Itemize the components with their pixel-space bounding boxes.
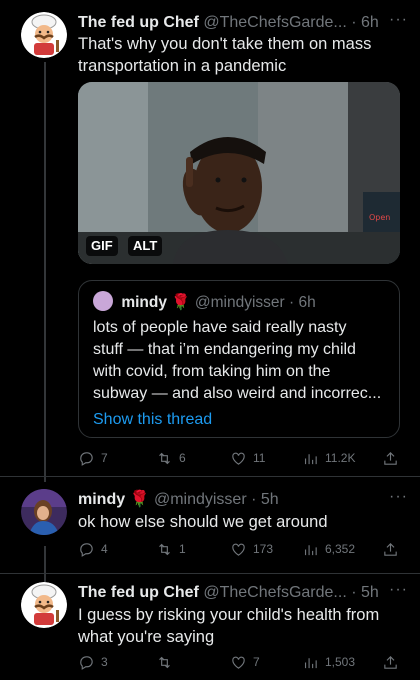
reply-button[interactable]: 3 (78, 652, 108, 672)
views-icon (304, 544, 317, 555)
like-button[interactable]: 11 (230, 448, 265, 468)
gif-badge: GIF (86, 236, 118, 256)
like-icon (232, 452, 245, 465)
quote-author-handle[interactable]: @mindyisser (195, 294, 285, 311)
retweet-button[interactable]: 1 (156, 539, 186, 559)
like-icon (232, 656, 245, 669)
chef-avatar[interactable] (21, 582, 67, 628)
quote-text: lots of people have said really nasty st… (93, 317, 391, 431)
tweet-actions: 7 6 11 11.2K (78, 448, 400, 468)
like-count: 11 (253, 451, 266, 465)
more-options-icon[interactable]: ··· (389, 11, 408, 29)
reply-button[interactable]: 4 (78, 539, 108, 559)
like-icon (232, 543, 245, 556)
tweet-actions: 4 1 173 6,352 (78, 539, 400, 559)
tweet-text: That's why you don't take them on mass t… (78, 33, 408, 77)
tweet-2[interactable]: mindy 🌹 @mindyisser · 5h ··· ok how else… (0, 477, 420, 577)
tweet-text: I guess by risking your child's health f… (78, 604, 408, 648)
views-icon (304, 453, 317, 464)
retweet-count: 6 (179, 451, 186, 465)
more-options-icon[interactable]: ··· (389, 488, 408, 506)
like-button[interactable]: 173 (230, 539, 273, 559)
reply-count: 3 (101, 655, 108, 669)
tweet-text-line: That's why you don't take them on mass (78, 35, 372, 53)
reply-count: 7 (101, 451, 108, 465)
views-count: 11.2K (325, 451, 356, 465)
reply-icon (80, 451, 93, 466)
like-button[interactable]: 7 (230, 652, 260, 672)
retweet-count: 1 (179, 542, 186, 556)
tweet-text-line: transportation in a pandemic (78, 57, 287, 75)
show-thread-link[interactable]: Show this thread (93, 409, 391, 431)
share-icon (384, 542, 397, 556)
views-count: 6,352 (325, 542, 356, 556)
quote-timestamp: · 6h (289, 294, 316, 311)
views-button[interactable]: 6,352 (302, 539, 355, 559)
tweet-header: The fed up Chef @TheChefsGarde... · 6h (78, 12, 410, 34)
retweet-icon (159, 543, 170, 555)
views-icon (304, 657, 317, 668)
share-icon (384, 451, 397, 465)
retweet-icon (159, 656, 170, 668)
retweet-icon (159, 452, 170, 464)
mindy-avatar[interactable] (21, 489, 67, 535)
rose-emoji: 🌹 (129, 491, 150, 508)
views-button[interactable]: 11.2K (302, 448, 355, 468)
quote-text-line: lots of people have said really nasty (93, 319, 347, 336)
reply-icon (80, 655, 93, 670)
reply-icon (80, 542, 93, 557)
tweet-actions: 3 7 1,503 (78, 652, 400, 672)
author-handle[interactable]: @TheChefsGarde... (203, 584, 346, 601)
tweet-1[interactable]: The fed up Chef @TheChefsGarde... · 6h ·… (0, 0, 420, 470)
tweet-text-line: ok how else should we get around (78, 513, 328, 531)
gif-media[interactable]: Open GIF ALT (78, 82, 400, 264)
quote-text-line: subway — and also weird and incorrec... (93, 385, 382, 402)
retweet-button[interactable]: 6 (156, 448, 186, 468)
like-count: 7 (253, 655, 260, 669)
author-handle[interactable]: @mindyisser (154, 491, 247, 508)
quote-author-name[interactable]: mindy (121, 294, 167, 311)
timestamp[interactable]: · 5h (251, 491, 279, 508)
reply-count: 4 (101, 542, 108, 556)
tweet-header: mindy 🌹 @mindyisser · 5h (78, 489, 410, 511)
chef-avatar[interactable] (21, 12, 67, 58)
tweet-text-line: I guess by risking your child's health f… (78, 606, 380, 624)
more-options-icon[interactable]: ··· (389, 581, 408, 599)
reply-button[interactable]: 7 (78, 448, 108, 468)
svg-text:Open: Open (369, 213, 390, 222)
tweet-text: ok how else should we get around (78, 511, 408, 533)
author-name[interactable]: The fed up Chef (78, 584, 199, 601)
quote-text-line: with covid, from taking him on the (93, 363, 331, 380)
timestamp[interactable]: · 6h (351, 14, 379, 31)
tweet-text-line: what you're saying (78, 628, 215, 646)
share-button[interactable] (382, 539, 399, 559)
tweet-3[interactable]: The fed up Chef @TheChefsGarde... · 5h ·… (0, 574, 420, 680)
retweet-button[interactable] (156, 652, 179, 672)
quoted-tweet[interactable]: mindy 🌹 @mindyisser · 6h lots of people … (78, 280, 400, 438)
share-button[interactable] (382, 448, 399, 468)
views-button[interactable]: 1,503 (302, 652, 355, 672)
quote-text-line: stuff — that i’m endangering my child (93, 341, 356, 358)
quote-avatar[interactable] (93, 291, 113, 311)
timestamp[interactable]: · 5h (351, 584, 379, 601)
like-count: 173 (253, 542, 274, 556)
tweet-header: The fed up Chef @TheChefsGarde... · 5h (78, 582, 410, 604)
author-name[interactable]: mindy (78, 491, 125, 508)
quote-header: mindy 🌹 @mindyisser · 6h (93, 291, 316, 313)
alt-badge[interactable]: ALT (128, 236, 163, 256)
views-count: 1,503 (325, 655, 356, 669)
share-icon (384, 655, 397, 669)
rose-emoji: 🌹 (171, 294, 191, 311)
author-handle[interactable]: @TheChefsGarde... (203, 14, 346, 31)
author-name[interactable]: The fed up Chef (78, 14, 199, 31)
share-button[interactable] (382, 652, 399, 672)
